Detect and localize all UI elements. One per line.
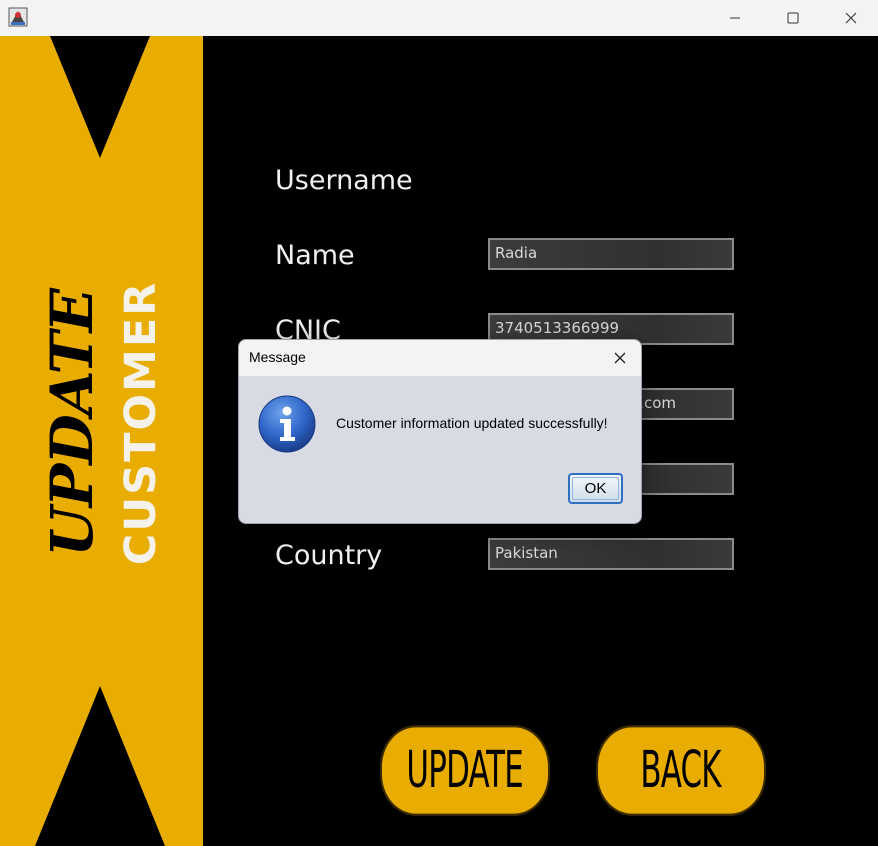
sidebar-banner: UPDATE CUSTOMER: [0, 36, 203, 846]
window-title-bar: [0, 0, 878, 36]
name-label: Name: [275, 240, 355, 271]
top-triangle: [50, 36, 150, 158]
close-icon[interactable]: [828, 0, 874, 36]
country-label: Country: [275, 540, 383, 571]
country-field[interactable]: Pakistan: [488, 538, 734, 570]
info-icon: [258, 395, 316, 453]
message-dialog: Message Customer information updated suc…: [238, 339, 642, 524]
maximize-icon[interactable]: [770, 0, 816, 36]
minimize-icon[interactable]: [712, 0, 758, 36]
back-button-label: BACK: [640, 741, 722, 800]
java-app-icon[interactable]: [8, 7, 28, 27]
back-button[interactable]: BACK: [596, 725, 766, 816]
name-field[interactable]: Radia: [488, 238, 734, 270]
update-button-label: UPDATE: [406, 741, 524, 800]
ok-button[interactable]: OK: [568, 473, 623, 504]
bottom-triangle: [35, 686, 165, 846]
username-label: Username: [275, 165, 413, 196]
dialog-title-bar: Message: [239, 340, 641, 376]
dialog-message: Customer information updated successfull…: [336, 415, 608, 431]
banner-script-text: UPDATE: [38, 289, 106, 557]
dialog-title: Message: [249, 349, 306, 365]
update-button[interactable]: UPDATE: [380, 725, 550, 816]
ok-button-focus-ring: [572, 477, 619, 500]
banner-title-text: CUSTOMER: [116, 280, 166, 566]
dialog-close-icon[interactable]: [605, 343, 635, 373]
